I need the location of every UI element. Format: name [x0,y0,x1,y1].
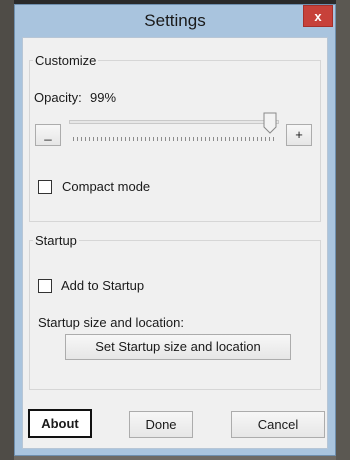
startup-group-label: Startup [33,233,79,248]
settings-client-area: Customize Opacity: 99% _ + Compact mode … [22,37,328,449]
opacity-slider-ticks [73,137,276,141]
startup-size-location-label: Startup size and location: [38,315,184,330]
opacity-label: Opacity: [34,90,82,105]
opacity-slider-thumb[interactable] [263,112,277,134]
settings-window: Settings x Customize Opacity: 99% _ + Co… [14,4,336,456]
close-button[interactable]: x [303,5,333,27]
opacity-decrease-button[interactable]: _ [35,124,61,146]
cancel-button[interactable]: Cancel [231,411,325,438]
close-icon: x [314,9,322,24]
window-title: Settings [144,11,206,30]
opacity-value: 99% [90,90,117,105]
about-button[interactable]: About [28,409,92,438]
customize-group-label: Customize [33,53,99,68]
add-to-startup-label[interactable]: Add to Startup [61,278,144,293]
add-to-startup-checkbox[interactable] [38,279,52,293]
set-startup-size-location-button[interactable]: Set Startup size and location [65,334,291,360]
opacity-slider-track[interactable] [69,120,279,124]
opacity-increase-button[interactable]: + [286,124,312,146]
done-button[interactable]: Done [129,411,193,438]
desktop-background-right [336,0,350,460]
desktop-background-left [0,0,14,460]
decrease-icon: _ [44,126,52,141]
increase-icon: + [295,127,303,142]
compact-mode-label[interactable]: Compact mode [62,179,150,194]
title-bar[interactable]: Settings x [15,5,335,35]
compact-mode-checkbox[interactable] [38,180,52,194]
customize-group [29,60,321,222]
